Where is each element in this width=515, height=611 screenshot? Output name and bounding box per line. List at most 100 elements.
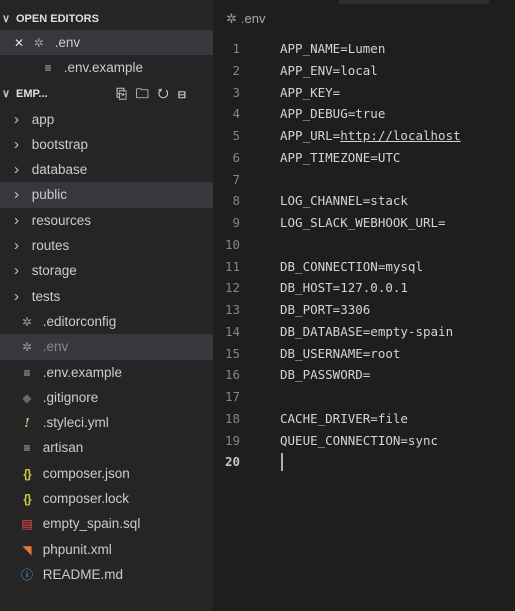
code-line[interactable]: 18 CACHE_DRIVER=file (213, 408, 515, 430)
file-composer-json[interactable]: {} composer.json (0, 461, 213, 486)
folder-label: app (31, 111, 55, 127)
folder-public[interactable]: › public (0, 182, 213, 208)
file-label: .styleci.yml (42, 415, 109, 431)
line-number: 1 (232, 41, 240, 56)
line-text: LOG_SLACK_WEBHOOK_URL= (280, 215, 446, 230)
explorer-folder-title: EMP... (16, 87, 48, 100)
explorer-folder-header[interactable]: ∨ EMP... ⎘🗀↻⊟ (0, 81, 213, 107)
file-gitignore[interactable]: ◆ .gitignore (0, 385, 213, 410)
file-label: .gitignore (42, 389, 99, 405)
file-styleci[interactable]: ! .styleci.yml (0, 410, 213, 435)
file-composer-lock[interactable]: {} composer.lock (0, 486, 213, 511)
code-line[interactable]: 8 LOG_CHANNEL=stack (213, 190, 515, 212)
code-line[interactable]: 12 DB_HOST=127.0.0.1 (213, 277, 515, 299)
code-line[interactable]: 1 APP_NAME=Lumen (213, 38, 515, 60)
gear-icon: ✲ (226, 11, 237, 26)
lines-icon: ≡ (23, 365, 31, 380)
file-env[interactable]: ✲ .env (0, 334, 213, 360)
collapse-all-icon[interactable]: ⊟ (178, 86, 195, 101)
file-phpunit-xml[interactable]: ◥ phpunit.xml (0, 537, 213, 562)
file-artisan[interactable]: ≡ artisan (0, 435, 213, 460)
chevron-right-icon: › (14, 287, 19, 305)
code-line[interactable]: 7 (213, 169, 515, 191)
line-number: 15 (224, 345, 240, 361)
code-line[interactable]: 19 QUEUE_CONNECTION=sync (213, 430, 515, 452)
line-text: LOG_CHANNEL=stack (280, 193, 408, 209)
new-file-icon[interactable]: ⎘ (116, 86, 135, 101)
chevron-right-icon: › (14, 135, 19, 153)
line-text: DB_HOST=127.0.0.1 (280, 280, 408, 296)
open-editors-header[interactable]: ∨ OPEN EDITORS (0, 8, 213, 30)
chevron-right-icon: › (14, 262, 19, 280)
line-text: DB_PASSWORD= (280, 367, 371, 383)
code-line[interactable]: 16 DB_PASSWORD= (213, 364, 515, 386)
line-text: APP_NAME=Lumen (280, 41, 386, 56)
new-folder-icon[interactable]: 🗀 (136, 86, 158, 101)
line-number: 12 (224, 280, 240, 296)
open-editor-label: .env (54, 35, 81, 50)
folder-app[interactable]: › app (0, 107, 213, 132)
file-label: artisan (42, 440, 84, 456)
line-text: APP_URL= (280, 128, 341, 143)
code-line[interactable]: 10 (213, 234, 515, 256)
folder-label: public (31, 187, 68, 203)
line-number: 6 (232, 149, 240, 165)
folder-routes[interactable]: › routes (0, 233, 213, 258)
braces-icon: {} (23, 466, 31, 481)
code-line[interactable]: 17 (213, 386, 515, 408)
code-area[interactable]: 1 APP_NAME=Lumen 2 APP_ENV=local 3 APP_KEY= 4 A… (213, 38, 515, 473)
line-text: DB_PORT=3306 (280, 302, 371, 317)
breadcrumb[interactable]: ✲ .env (213, 8, 515, 30)
file-label: composer.json (42, 465, 130, 481)
editor-top-strip (339, 0, 489, 4)
folder-tests[interactable]: › tests (0, 284, 213, 309)
line-number: 4 (232, 106, 240, 122)
file-empty-spain-sql[interactable]: ▤ empty_spain.sql (0, 511, 213, 536)
line-number: 10 (224, 236, 240, 252)
code-line[interactable]: 2 APP_ENV=local (213, 60, 515, 82)
code-line[interactable]: 11 DB_CONNECTION=mysql (213, 256, 515, 278)
file-readme[interactable]: ⓘ README.md (0, 562, 213, 587)
gear-icon: ✲ (21, 314, 33, 329)
braces-icon: {} (23, 492, 31, 507)
file-env-example[interactable]: ≡ .env.example (0, 360, 213, 385)
open-editor-item-env-example[interactable]: ≡ .env.example (0, 55, 213, 80)
line-number: 11 (224, 258, 240, 274)
code-line[interactable]: 3 APP_KEY= (213, 82, 515, 104)
url-link[interactable]: http://localhost (340, 128, 460, 143)
code-line[interactable]: 9 LOG_SLACK_WEBHOOK_URL= (213, 212, 515, 234)
lines-icon: ≡ (44, 61, 52, 76)
code-line[interactable]: 15 DB_USERNAME=root (213, 343, 515, 365)
line-number: 3 (232, 84, 240, 100)
code-editor[interactable]: ✲ .env 1 APP_NAME=Lumen 2 APP_ENV=local 3 APP_… (213, 0, 515, 611)
chevron-right-icon: › (14, 237, 19, 255)
file-editorconfig[interactable]: ✲ .editorconfig (0, 309, 213, 334)
code-line[interactable]: 6 APP_TIMEZONE=UTC (213, 147, 515, 169)
explorer-sidebar: ∨ OPEN EDITORS ✕ ✲ .env ≡ .env.example ∨… (0, 0, 213, 611)
refresh-icon[interactable]: ↻ (158, 86, 178, 101)
chevron-right-icon: › (14, 110, 19, 128)
file-label: .env (42, 339, 69, 355)
line-number: 19 (224, 432, 240, 448)
line-number: 14 (224, 323, 240, 339)
folder-bootstrap[interactable]: › bootstrap (0, 132, 213, 157)
folder-database[interactable]: › database (0, 157, 213, 182)
code-line[interactable]: 20 (213, 451, 515, 473)
line-text: APP_KEY= (280, 84, 341, 100)
close-icon[interactable]: ✕ (14, 36, 24, 50)
code-line[interactable]: 4 APP_DEBUG=true (213, 103, 515, 125)
open-editor-item-env[interactable]: ✕ ✲ .env (0, 30, 213, 56)
folder-storage[interactable]: › storage (0, 258, 213, 283)
code-line[interactable]: 13 DB_PORT=3306 (213, 299, 515, 321)
line-number: 20 (224, 454, 240, 470)
folder-label: routes (31, 238, 70, 254)
folder-resources[interactable]: › resources (0, 208, 213, 233)
line-number: 7 (232, 171, 240, 187)
code-line[interactable]: 5 APP_URL=http://localhost (213, 125, 515, 147)
line-number: 5 (232, 128, 240, 143)
exclamation-icon: ! (24, 416, 30, 431)
folder-label: storage (31, 263, 77, 279)
line-number: 16 (224, 367, 240, 383)
code-line[interactable]: 14 DB_DATABASE=empty-spain (213, 321, 515, 343)
line-number: 13 (224, 302, 240, 317)
